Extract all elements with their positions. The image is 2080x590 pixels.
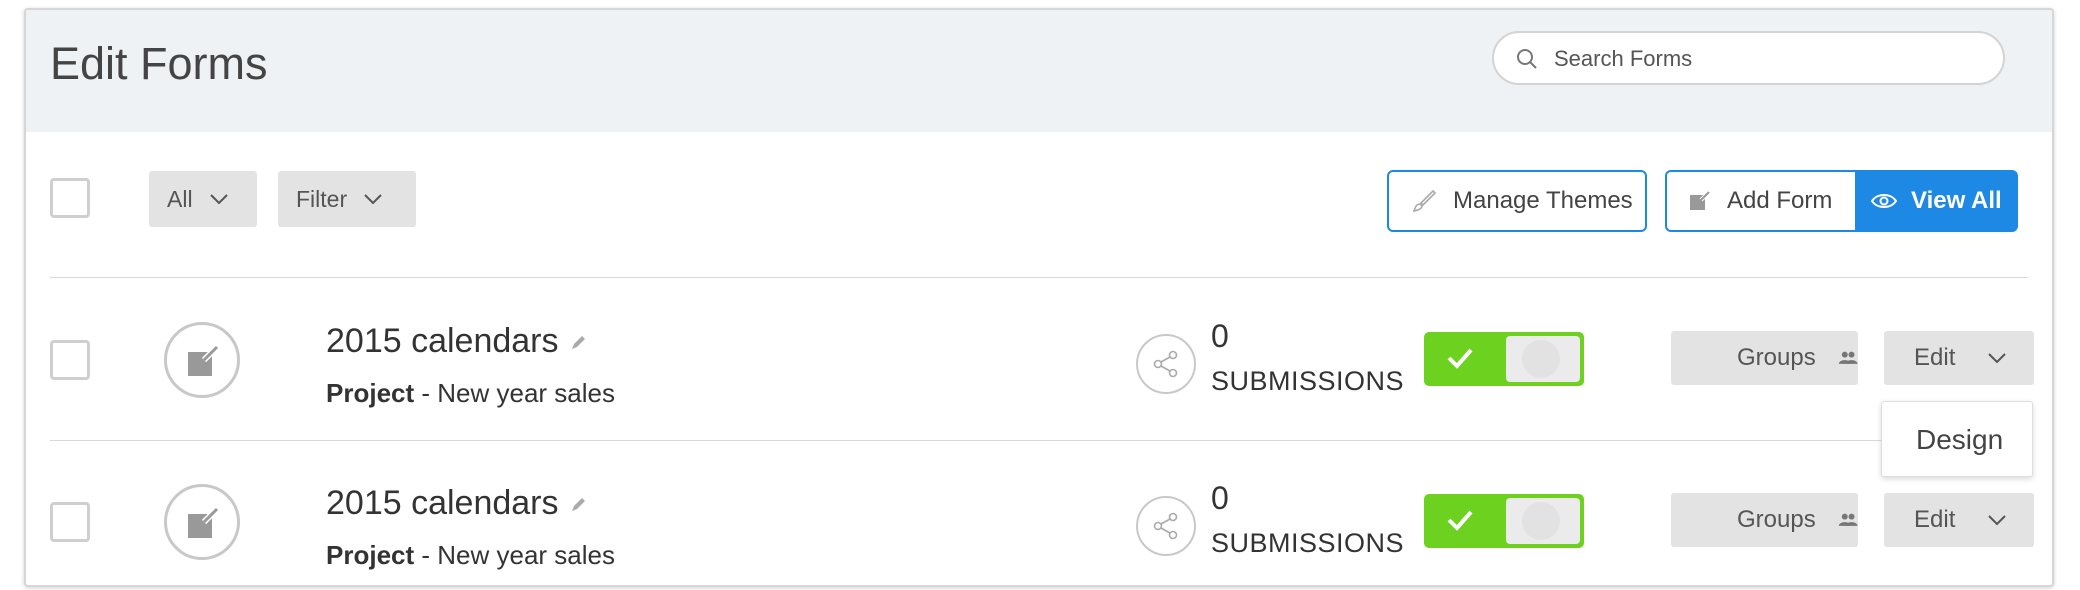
form-name-text: 2015 calendars <box>326 322 559 360</box>
edit-forms-panel: Edit Forms All Filter Manage Themes <box>24 8 2054 587</box>
edit-dropdown-button[interactable]: Edit <box>1884 331 2034 385</box>
chevron-down-icon <box>1988 353 2007 364</box>
toggle-knob[interactable] <box>1506 336 1580 382</box>
select-all-checkbox[interactable] <box>50 178 90 218</box>
edit-form-icon <box>188 344 220 376</box>
edit-form-icon <box>188 506 220 538</box>
search-box[interactable] <box>1492 31 2005 85</box>
chevron-down-icon <box>364 194 382 205</box>
form-enabled-toggle[interactable] <box>1424 494 1584 548</box>
groups-label: Groups <box>1737 506 1816 533</box>
form-name[interactable]: 2015 calendars <box>326 322 587 361</box>
submission-label: SUBMISSIONS <box>1211 528 1405 558</box>
groups-label: Groups <box>1737 344 1816 371</box>
eye-icon <box>1871 194 1897 208</box>
search-icon <box>1517 49 1537 69</box>
submission-label: SUBMISSIONS <box>1211 366 1405 396</box>
checkmark-icon <box>1447 510 1473 531</box>
toggle-knob[interactable] <box>1506 498 1580 544</box>
submission-count: 0 <box>1211 318 1229 354</box>
manage-themes-label: Manage Themes <box>1453 187 1633 214</box>
view-all-button[interactable]: View All <box>1855 170 2018 232</box>
form-icon <box>164 322 240 398</box>
filter-dropdown-button[interactable]: Filter <box>278 171 416 227</box>
add-form-button[interactable]: Add Form <box>1665 170 1855 232</box>
chevron-down-icon <box>1988 515 2007 526</box>
share-button[interactable] <box>1136 496 1196 556</box>
edit-label: Edit <box>1914 344 1956 371</box>
brush-icon <box>1412 189 1437 213</box>
divider <box>50 440 2028 441</box>
row-checkbox[interactable] <box>50 340 90 380</box>
checkmark-icon <box>1447 348 1473 369</box>
divider <box>50 277 2028 278</box>
pencil-icon[interactable] <box>569 334 587 352</box>
form-icon <box>164 484 240 560</box>
form-meta-desc: - New year sales <box>414 540 615 570</box>
form-enabled-toggle[interactable] <box>1424 332 1584 386</box>
form-meta-project: Project <box>326 540 415 570</box>
filter-dropdown-label: Filter <box>296 185 348 212</box>
users-icon <box>1838 513 1858 526</box>
edit-dropdown-button[interactable]: Edit <box>1884 493 2034 547</box>
menu-item-design[interactable]: Design <box>1916 424 2003 456</box>
users-icon <box>1838 351 1858 364</box>
form-meta-project: Project <box>326 378 415 408</box>
share-icon <box>1153 512 1178 540</box>
form-name[interactable]: 2015 calendars <box>326 484 587 523</box>
add-form-label: Add Form <box>1727 187 1833 214</box>
panel-header: Edit Forms <box>26 10 2052 132</box>
row-checkbox[interactable] <box>50 502 90 542</box>
form-meta: Project - New year sales <box>326 378 615 409</box>
manage-themes-button[interactable]: Manage Themes <box>1387 170 1647 232</box>
add-form-icon <box>1690 190 1711 210</box>
share-icon <box>1153 350 1178 378</box>
groups-button[interactable]: Groups <box>1671 493 1858 547</box>
form-meta: Project - New year sales <box>326 540 615 571</box>
all-dropdown-label: All <box>167 185 193 212</box>
edit-dropdown-menu: Design <box>1881 401 2033 477</box>
chevron-down-icon <box>209 194 228 205</box>
share-button[interactable] <box>1136 334 1196 394</box>
search-input[interactable] <box>1552 41 1976 77</box>
form-meta-desc: - New year sales <box>414 378 615 408</box>
view-all-label: View All <box>1911 187 2002 214</box>
groups-button[interactable]: Groups <box>1671 331 1858 385</box>
all-dropdown-button[interactable]: All <box>149 171 257 227</box>
submission-count: 0 <box>1211 480 1229 516</box>
page-title: Edit Forms <box>50 38 268 89</box>
edit-label: Edit <box>1914 506 1956 533</box>
pencil-icon[interactable] <box>569 496 587 514</box>
form-name-text: 2015 calendars <box>326 484 559 522</box>
